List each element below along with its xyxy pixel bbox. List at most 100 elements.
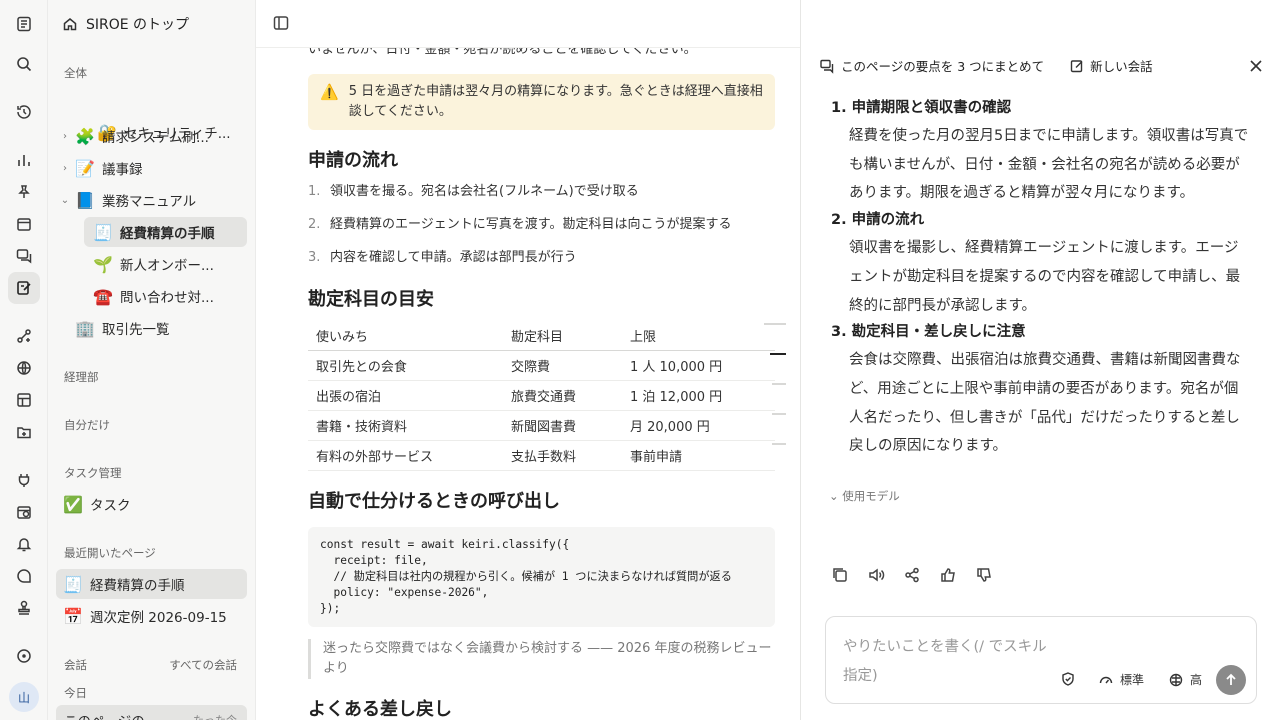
table-cell: 1 人 10,000 円 (622, 350, 775, 381)
table-cell: 書籍・技術資料 (308, 410, 503, 441)
message-actions (831, 566, 993, 584)
chat-history-label: このページの (64, 710, 145, 720)
search-icon[interactable] (8, 48, 40, 80)
sidebar-item-label: 議事録 (102, 162, 143, 178)
answer-point-body: 会食は交際費、出張宿泊は旅費交通費、書籍は新聞図書費など、用途ごとに上限や事前申… (849, 352, 1241, 455)
minimap-line[interactable] (772, 443, 786, 445)
sidebar-item-expense[interactable]: 🧾 経費精算の手順 (84, 217, 247, 247)
composer-input[interactable]: やりたいことを書く(/ でスキル指定) (843, 633, 1053, 691)
mode-selector[interactable]: 標準 (1098, 671, 1144, 688)
chat-composer[interactable]: やりたいことを書く(/ でスキル指定) 標準 高 (825, 616, 1257, 704)
close-icon[interactable] (1248, 58, 1264, 74)
thumbs-up-icon[interactable] (939, 566, 957, 584)
shield-button[interactable] (1060, 671, 1076, 687)
message-icon[interactable] (8, 560, 40, 592)
bell-icon[interactable] (8, 528, 40, 560)
stamp-icon[interactable] (8, 592, 40, 624)
accounts-table: 使いみち 勘定科目 上限 取引先との会食 交際費 1 人 10,000 円 出張の宿… (308, 321, 775, 471)
calendar-icon[interactable] (8, 208, 40, 240)
step-number: 3. (308, 250, 321, 265)
building-icon: 🏢 (75, 318, 95, 338)
heading-accounts: 勘定科目の目安 (308, 289, 434, 310)
document-edit-icon[interactable] (8, 272, 40, 304)
outline-minimap[interactable] (764, 323, 786, 473)
minimap-line[interactable] (772, 383, 786, 385)
all-chats-link[interactable]: すべての会話 (169, 657, 237, 673)
sidebar-item-clients[interactable]: 🏢 取引先一覧 (56, 313, 248, 343)
share-icon[interactable] (903, 566, 921, 584)
point-number: 3. (831, 324, 847, 341)
section-recent-label: 最近開いたページ (64, 546, 156, 560)
level-selector[interactable]: 高 (1168, 671, 1202, 688)
table-row: 書籍・技術資料 新聞図書費月 20,000 円 (308, 410, 775, 441)
sidebar-item-label: タスク (90, 498, 131, 514)
chevron-right-icon[interactable]: › (56, 163, 74, 174)
globe-icon[interactable] (8, 352, 40, 384)
chart-icon[interactable] (8, 144, 40, 176)
minimap-line[interactable] (772, 413, 786, 415)
plug-icon[interactable] (8, 464, 40, 496)
new-chat-button[interactable]: 新しい会話 (1070, 56, 1153, 75)
sidebar-item-onboarding[interactable]: 🌱 新人オンボー... (84, 249, 247, 279)
schedule-icon[interactable] (8, 496, 40, 528)
workspace-icon[interactable] (8, 8, 40, 40)
sidebar-item-billing[interactable]: › 🧩 請求システム刷... (56, 121, 248, 151)
integration-icon[interactable] (8, 320, 40, 352)
sidebar-item-manual[interactable]: ⌄ 📘 業務マニュアル (56, 185, 248, 215)
level-label: 高 (1190, 673, 1203, 687)
chat-icon (820, 59, 834, 74)
check-icon: ✅ (63, 494, 83, 514)
table-icon[interactable] (8, 384, 40, 416)
arrow-up-icon (1226, 673, 1236, 685)
document-toolbar (256, 0, 800, 48)
recent-item-label: 経費精算の手順 (90, 578, 185, 594)
recent-item-expense[interactable]: 🧾 経費精算の手順 (56, 569, 247, 599)
section-today-label: 今日 (64, 686, 87, 700)
book-icon: 📘 (75, 190, 95, 210)
info-icon[interactable] (8, 640, 40, 672)
minimap-line[interactable] (764, 323, 786, 325)
icon-rail: 山 (0, 0, 48, 720)
edit-icon (1070, 59, 1083, 72)
point-number: 2. (831, 212, 847, 229)
home-link[interactable]: SIROE のトップ (62, 12, 189, 36)
summary-prompt-button[interactable]: このページの要点を 3 つにまとめて (819, 56, 1044, 75)
history-icon[interactable] (8, 96, 40, 128)
chevron-right-icon[interactable]: › (56, 131, 74, 142)
sidebar-item-inquiry[interactable]: ☎️ 問い合わせ対... (84, 281, 247, 311)
warning-icon: ⚠️ (320, 83, 339, 101)
answer-point-body: 経費を使った月の翌月5日までに申請します。領収書は写真でも構いませんが、日付・金… (849, 128, 1249, 202)
chevron-down-icon[interactable]: ⌄ (56, 195, 74, 206)
sidebar-toggle-icon[interactable] (272, 14, 292, 34)
puzzle-icon: 🧩 (75, 126, 95, 146)
step-text: 経費精算のエージェントに写真を渡す。勘定科目は向こうが提案する (330, 217, 732, 232)
pin-icon[interactable] (8, 176, 40, 208)
answer-point-title: 2. 申請の流れ (831, 208, 1251, 232)
chat-history-item[interactable]: このページの たった今 (56, 705, 247, 720)
sidebar-item-tasks[interactable]: ✅ タスク (56, 489, 248, 519)
heading-flow: 申請の流れ (308, 150, 398, 171)
assistant-answer: 1. 申請期限と領収書の確認 経費を使った月の翌月5日までに申請します。領収書は… (831, 96, 1251, 461)
chat-icon[interactable] (8, 240, 40, 272)
answer-point-body: 領収書を撮影し、経費精算エージェントに渡します。エージェントが勘定科目を提案する… (849, 240, 1241, 314)
table-row: 取引先との会食 交際費 1 人 10,000 円 (308, 350, 775, 381)
avatar[interactable]: 山 (9, 682, 39, 712)
recent-item-weekly[interactable]: 📅 週次定例 2026-09-15 (56, 601, 248, 631)
send-button[interactable] (1216, 665, 1246, 695)
sidebar-item-label: 取引先一覧 (102, 322, 170, 338)
point-title: 申請の流れ (851, 212, 925, 229)
brain-icon (1169, 673, 1183, 686)
thumbs-down-icon[interactable] (975, 566, 993, 584)
folder-icon[interactable] (8, 416, 40, 448)
sidebar-item-minutes[interactable]: › 📝 議事録 (56, 153, 248, 183)
speed-icon (1099, 676, 1113, 683)
heading-returns: よくある差し戻し (308, 699, 452, 720)
model-toggle[interactable]: ⌄ 使用モデル (829, 488, 900, 504)
table-header-row: 使いみち 勘定科目 上限 (308, 321, 775, 351)
seedling-icon: 🌱 (93, 254, 113, 274)
minimap-line[interactable] (770, 353, 786, 355)
copy-icon[interactable] (831, 566, 849, 584)
receipt-icon: 🧾 (93, 222, 113, 242)
table-cell: 新聞図書費 (503, 410, 622, 441)
speaker-icon[interactable] (867, 566, 885, 584)
